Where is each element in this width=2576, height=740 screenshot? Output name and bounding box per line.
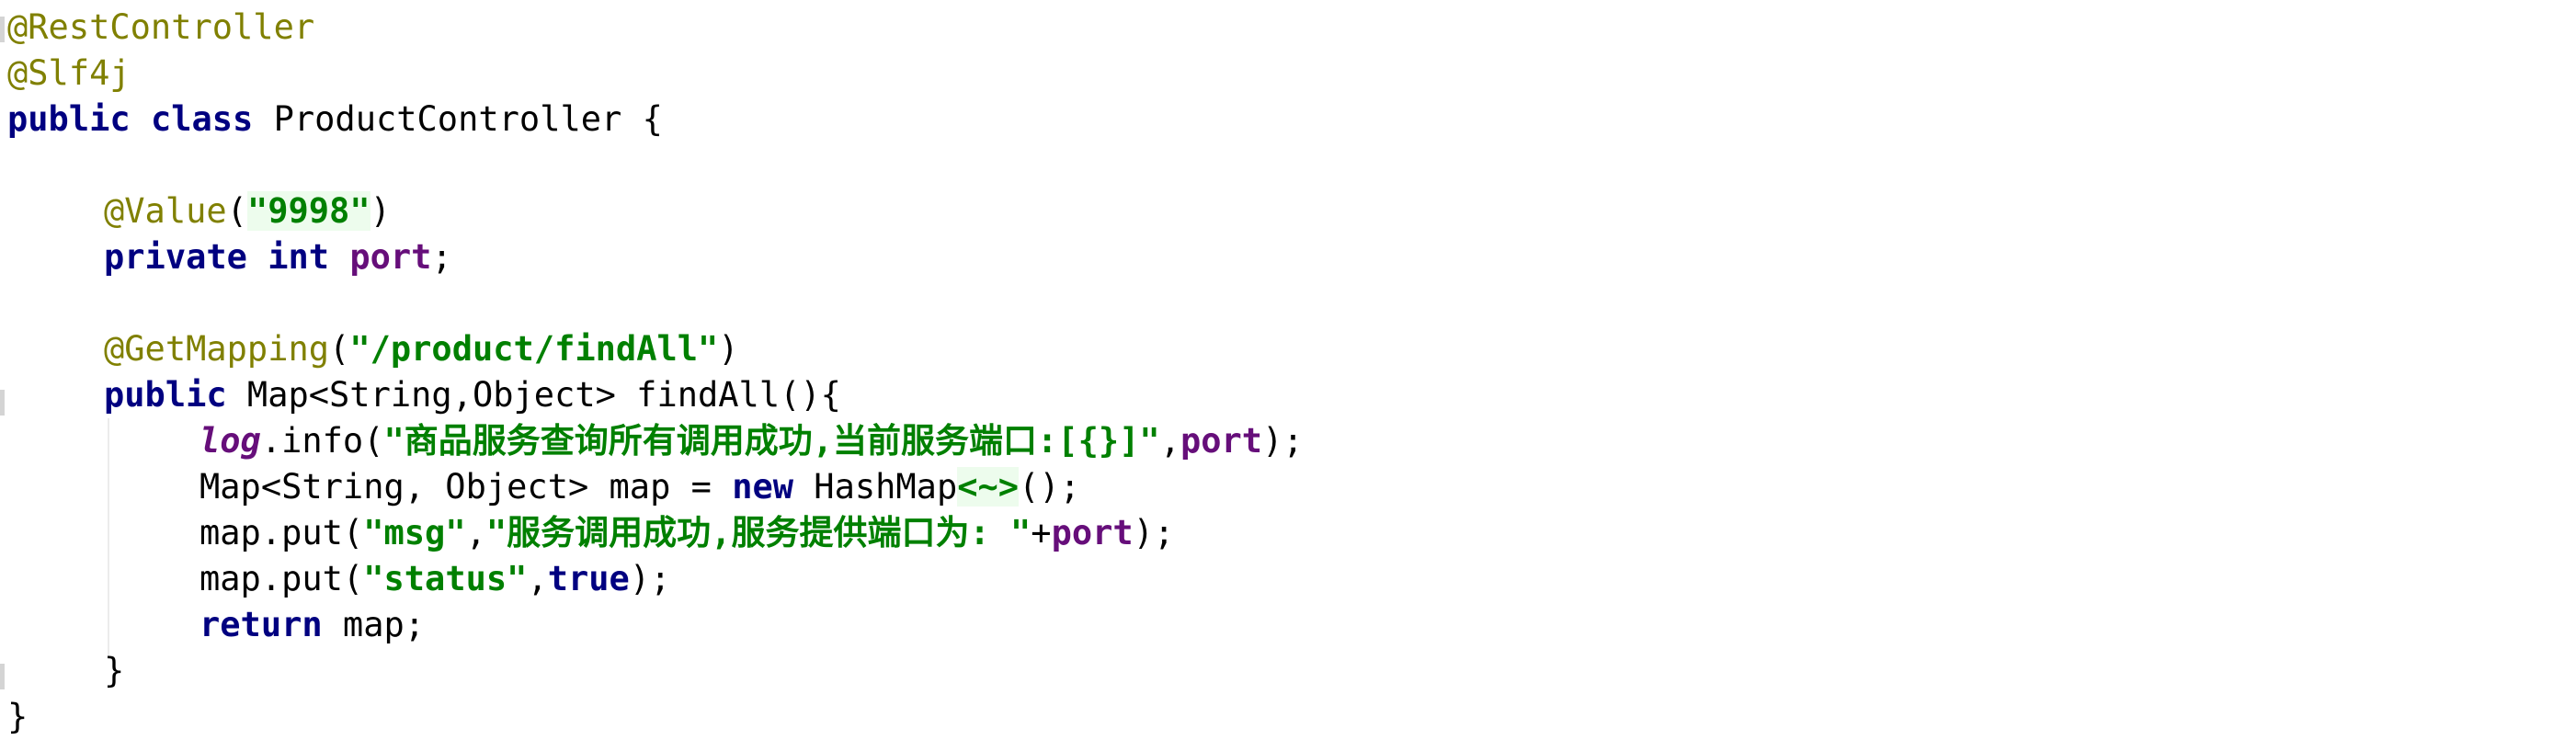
- code-text: Map<String, Object> map =: [199, 467, 733, 507]
- code-text: map.put(: [199, 559, 364, 598]
- code-text: ;: [431, 237, 452, 277]
- closing-brace: }: [104, 651, 125, 690]
- code-line-8: log.info("商品服务查询所有调用成功,当前服务端口:[{}]",port…: [199, 418, 1304, 464]
- code-line-11: map.put("status",true);: [199, 556, 670, 602]
- keyword-token: private: [104, 237, 247, 277]
- keyword-token: int: [268, 237, 330, 277]
- keyword-token: class: [150, 99, 254, 139]
- code-editor[interactable]: @RestController @Slf4j public class Prod…: [0, 0, 2576, 736]
- code-line-10: map.put("msg","服务调用成功,服务提供端口为: "+port);: [199, 510, 1174, 556]
- code-line-7: public Map<String,Object> findAll(){: [104, 372, 841, 418]
- keyword-token: return: [199, 605, 323, 644]
- code-line-12: return map;: [199, 602, 425, 648]
- code-text: ): [718, 329, 739, 369]
- code-text: +: [1031, 513, 1052, 552]
- code-text: ();: [1019, 467, 1080, 507]
- code-text: (: [226, 191, 247, 231]
- code-text: (: [329, 329, 350, 369]
- field-token: port: [1180, 421, 1263, 461]
- keyword-token: public: [7, 99, 131, 139]
- code-text: ,: [527, 559, 548, 598]
- diamond-token: <~>: [957, 467, 1020, 507]
- field-token: port: [1051, 513, 1134, 552]
- closing-brace: }: [7, 697, 28, 736]
- code-text: map.put(: [199, 513, 364, 552]
- string-token: "商品服务查询所有调用成功,当前服务端口:[{}]": [383, 421, 1160, 461]
- code-line-13: }: [104, 648, 124, 694]
- annotation-token: @RestController: [7, 7, 315, 47]
- code-line-5: private int port;: [104, 234, 452, 280]
- code-text: .info(: [260, 421, 384, 461]
- gutter-marker: [0, 664, 5, 689]
- code-line-1: @RestController: [7, 5, 314, 51]
- string-token: "9998": [246, 191, 370, 231]
- indent-guide: [108, 418, 109, 655]
- code-text: );: [629, 559, 671, 598]
- string-token: "msg": [363, 513, 466, 552]
- code-line-4: @Value("9998"): [104, 188, 391, 234]
- code-text: ProductController {: [253, 99, 663, 139]
- code-text: );: [1262, 421, 1304, 461]
- code-line-2: @Slf4j: [7, 51, 131, 97]
- annotation-token: @GetMapping: [104, 329, 330, 369]
- annotation-token: @Slf4j: [7, 53, 131, 93]
- static-field-token: log: [199, 421, 261, 461]
- gutter-marker: [0, 390, 5, 416]
- string-token: "服务调用成功,服务提供端口为: ": [485, 513, 1032, 552]
- code-line-6: @GetMapping("/product/findAll"): [104, 326, 739, 372]
- keyword-token: public: [104, 375, 227, 415]
- field-token: port: [349, 237, 432, 277]
- code-text: ): [370, 191, 391, 231]
- code-text: HashMap: [793, 467, 958, 507]
- annotation-token: @Value: [104, 191, 227, 231]
- string-token: "status": [363, 559, 528, 598]
- string-token: "/product/findAll": [349, 329, 719, 369]
- code-text: ,: [1159, 421, 1180, 461]
- keyword-token: true: [547, 559, 630, 598]
- code-line-3: public class ProductController {: [7, 97, 663, 142]
- code-text: );: [1133, 513, 1175, 552]
- code-text: ,: [465, 513, 486, 552]
- gutter-marker: [0, 17, 5, 42]
- keyword-token: new: [732, 467, 794, 507]
- code-text: map;: [322, 605, 426, 644]
- code-text: Map<String,Object> findAll(){: [226, 375, 841, 415]
- code-line-9: Map<String, Object> map = new HashMap<~>…: [199, 464, 1080, 510]
